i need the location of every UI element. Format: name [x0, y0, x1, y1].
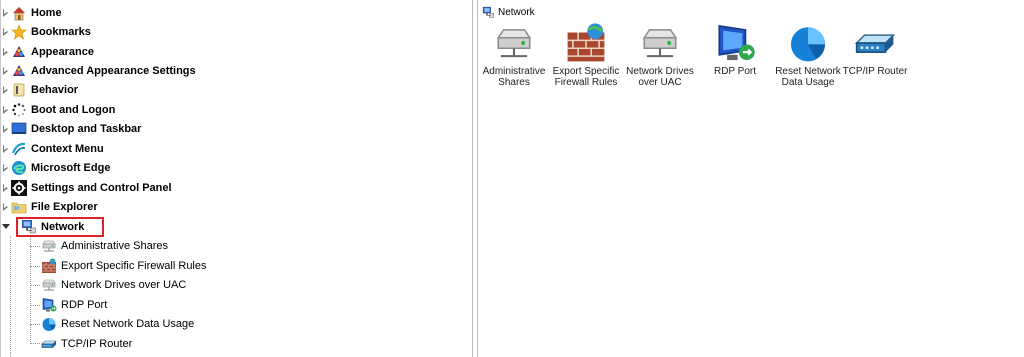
expand-arrow-icon[interactable]	[1, 119, 11, 138]
tree-connector-line	[10, 236, 12, 357]
appearance-icon	[11, 44, 27, 60]
tree-item-context-menu[interactable]: Context Menu	[1, 139, 104, 158]
tree-item-label: Advanced Appearance Settings	[31, 64, 196, 77]
network-icon	[482, 6, 495, 19]
network-drive-icon	[41, 277, 57, 293]
grid-item-label: Administrative Shares	[482, 66, 546, 88]
tree-item-label: Settings and Control Panel	[31, 181, 172, 194]
expand-arrow-icon[interactable]	[1, 178, 11, 197]
tree-item-label: File Explorer	[31, 200, 98, 213]
grid-item-reset-network-data-usage[interactable]: Reset Network Data Usage	[773, 22, 843, 88]
router-icon	[854, 22, 896, 64]
expand-arrow-icon[interactable]	[1, 100, 11, 119]
expand-arrow-icon[interactable]	[1, 42, 11, 61]
grid-item-rdp-port[interactable]: RDP Port	[700, 22, 770, 77]
tree-item-behavior[interactable]: Behavior	[1, 80, 78, 99]
content-header-title: Network	[498, 6, 535, 18]
tree-item-label: TCP/IP Router	[61, 337, 133, 350]
tree-item-label: Desktop and Taskbar	[31, 122, 142, 135]
context-menu-icon	[11, 141, 27, 157]
tree-item-label: Network Drives over UAC	[61, 278, 187, 291]
tree-item-home[interactable]: Home	[1, 3, 62, 22]
tree-connector-line	[30, 246, 40, 248]
tree-item-administrative-shares[interactable]: Administrative Shares	[41, 236, 168, 255]
firewall-icon	[565, 22, 607, 64]
tree-item-bookmarks[interactable]: Bookmarks	[1, 22, 91, 41]
tree-item-label: Home	[31, 6, 62, 19]
tree-item-desktop-and-taskbar[interactable]: Desktop and Taskbar	[1, 119, 141, 138]
tree-connector-line	[30, 305, 40, 307]
edge-icon	[11, 160, 27, 176]
tree-item-label: Context Menu	[31, 142, 104, 155]
expand-arrow-icon[interactable]	[1, 61, 11, 80]
tree-item-settings-and-control-panel[interactable]: Settings and Control Panel	[1, 178, 172, 197]
tree-item-tcp-ip-router[interactable]: TCP/IP Router	[41, 334, 132, 353]
desktop-icon	[11, 121, 27, 137]
expand-arrow-icon[interactable]	[1, 3, 11, 22]
expand-arrow-icon[interactable]	[1, 197, 11, 216]
tree-item-microsoft-edge[interactable]: Microsoft Edge	[1, 158, 110, 177]
pie-chart-icon	[41, 316, 57, 332]
star-icon	[11, 24, 27, 40]
tree-connector-line	[30, 343, 40, 345]
tree-connector-line	[30, 266, 40, 268]
network-drive-icon	[493, 22, 535, 64]
network-icon	[21, 219, 37, 235]
file-explorer-icon	[11, 199, 27, 215]
home-icon	[11, 5, 27, 21]
grid-item-label: Network Drives over UAC	[626, 66, 694, 88]
content-header: Network	[482, 5, 535, 19]
tree-item-file-explorer[interactable]: File Explorer	[1, 197, 98, 216]
tree-item-label: Boot and Logon	[31, 103, 116, 116]
collapse-arrow-icon[interactable]	[1, 217, 11, 236]
firewall-icon	[41, 258, 57, 274]
grid-item-network-drives-over-uac[interactable]: Network Drives over UAC	[625, 22, 695, 88]
tree-item-boot-and-logon[interactable]: Boot and Logon	[1, 100, 115, 119]
behavior-icon	[11, 82, 27, 98]
advanced-appearance-icon	[11, 63, 27, 79]
tree-item-network[interactable]: Network	[1, 217, 84, 236]
boot-spinner-icon	[11, 102, 27, 118]
tree-item-label: Export Specific Firewall Rules	[61, 259, 207, 272]
rdp-icon	[714, 22, 756, 64]
grid-item-label: TCP/IP Router	[842, 66, 908, 77]
navigation-tree: Home Bookmarks Appearance Advanced Appea…	[0, 0, 473, 357]
rdp-icon	[41, 297, 57, 313]
expand-arrow-icon[interactable]	[1, 139, 11, 158]
grid-item-label: RDP Port	[713, 66, 757, 77]
tree-item-export-specific-firewall-rules[interactable]: Export Specific Firewall Rules	[41, 256, 207, 275]
router-icon	[41, 336, 57, 352]
expand-arrow-icon[interactable]	[1, 158, 11, 177]
expand-arrow-icon[interactable]	[1, 80, 11, 99]
network-drive-icon	[41, 238, 57, 254]
gear-icon	[11, 180, 27, 196]
tree-item-label: Reset Network Data Usage	[61, 317, 195, 330]
grid-item-administrative-shares[interactable]: Administrative Shares	[479, 22, 549, 88]
grid-item-label: Export Specific Firewall Rules	[552, 66, 620, 88]
tree-connector-line	[30, 285, 40, 287]
tree-item-label: RDP Port	[61, 298, 108, 311]
tree-item-label: Administrative Shares	[61, 239, 168, 252]
tree-item-label: Microsoft Edge	[31, 161, 111, 174]
grid-item-export-specific-firewall-rules[interactable]: Export Specific Firewall Rules	[551, 22, 621, 88]
expand-arrow-icon[interactable]	[1, 22, 11, 41]
tree-item-label: Network	[41, 220, 85, 233]
tree-connector-line	[30, 236, 32, 344]
tree-item-label: Bookmarks	[31, 25, 91, 38]
tree-item-reset-network-data-usage[interactable]: Reset Network Data Usage	[41, 314, 194, 333]
content-pane: Network Administrative Shares Export Spe…	[477, 0, 1024, 357]
tree-item-network-drives-over-uac[interactable]: Network Drives over UAC	[41, 275, 186, 294]
tree-item-advanced-appearance-settings[interactable]: Advanced Appearance Settings	[1, 61, 196, 80]
grid-item-tcp-ip-router[interactable]: TCP/IP Router	[840, 22, 910, 77]
tree-item-appearance[interactable]: Appearance	[1, 42, 94, 61]
tree-item-label: Appearance	[31, 45, 94, 58]
pie-chart-icon	[787, 22, 829, 64]
tree-item-label: Behavior	[31, 83, 79, 96]
tree-connector-line	[30, 324, 40, 326]
network-drive-icon	[639, 22, 681, 64]
tree-item-rdp-port[interactable]: RDP Port	[41, 295, 107, 314]
